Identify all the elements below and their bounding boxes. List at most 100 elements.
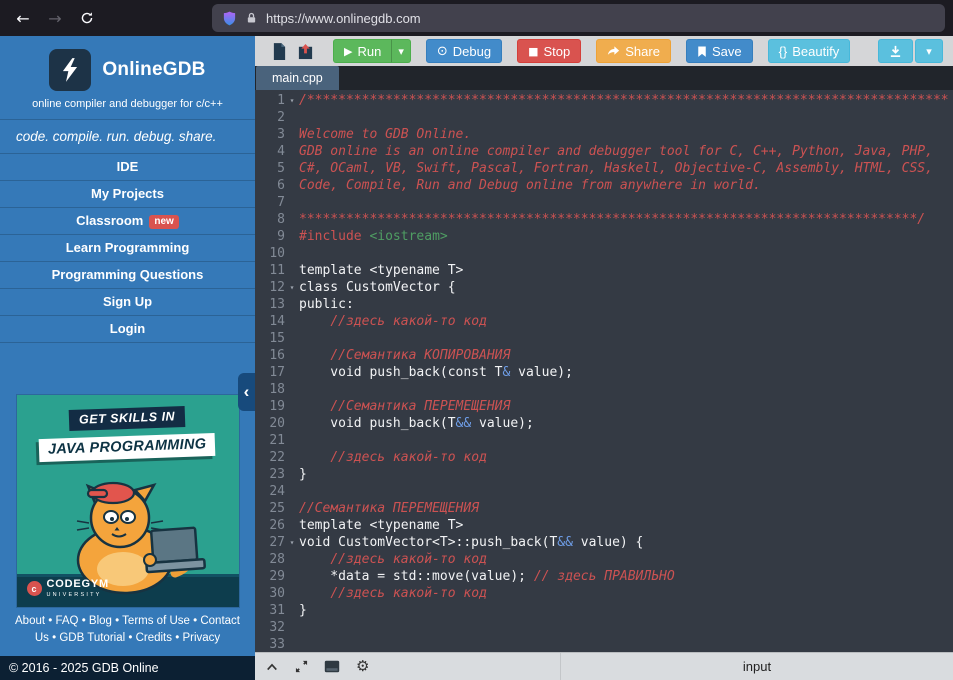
run-button[interactable]: ▶ Run bbox=[333, 39, 393, 63]
refresh-icon bbox=[80, 11, 94, 25]
play-icon: ▶ bbox=[344, 44, 353, 58]
sidebar-item-label: Learn Programming bbox=[65, 240, 190, 255]
collapse-panel-button[interactable] bbox=[265, 661, 279, 673]
fold-marker-icon[interactable]: ▾ bbox=[285, 279, 299, 296]
code-text: //здесь какой-то код bbox=[330, 450, 487, 465]
code-text: //Семантика ПЕРЕМЕЩЕНИЯ bbox=[299, 501, 480, 516]
code-text: //Семантика ПЕРЕМЕЩЕНИЯ bbox=[330, 399, 511, 414]
code-line: 30 //здесь какой-то код bbox=[255, 585, 953, 602]
beautify-button[interactable]: {} Beautify bbox=[767, 39, 851, 63]
sidebar-item-label: My Projects bbox=[91, 186, 164, 201]
code-line: 25 //Семантика ПЕРЕМЕЩЕНИЯ bbox=[255, 500, 953, 517]
tracking-shield-icon[interactable] bbox=[222, 10, 237, 26]
code-text: void push_back(T&& value); bbox=[299, 416, 534, 431]
sidebar-item-sign-up[interactable]: Sign Up bbox=[0, 289, 255, 316]
code-line: 3 Welcome to GDB Online. bbox=[255, 126, 953, 143]
new-file-button[interactable] bbox=[267, 42, 292, 61]
debug-button[interactable]: ⊙ Debug bbox=[425, 39, 503, 63]
code-text: GDB online is an online compiler and deb… bbox=[299, 144, 933, 159]
codegym-logo: c CODEGYM UNIVERSITY bbox=[26, 578, 109, 598]
code-text: //Семантика КОПИРОВАНИЯ bbox=[330, 348, 511, 363]
codegym-brand: CODEGYM bbox=[46, 578, 109, 590]
braces-icon: {} bbox=[778, 43, 788, 59]
sidebar-item-login[interactable]: Login bbox=[0, 316, 255, 343]
fold-marker-icon[interactable]: ▾ bbox=[285, 92, 299, 109]
footer-link[interactable]: Credits bbox=[136, 632, 172, 644]
code-line: 17 void push_back(const T& value); bbox=[255, 364, 953, 381]
console-controls: ⚙ bbox=[255, 653, 560, 680]
code-line: 26 template <typename T> bbox=[255, 517, 953, 534]
line-number: 29 bbox=[269, 569, 285, 584]
open-file-button[interactable] bbox=[292, 42, 319, 61]
code-text: public: bbox=[299, 297, 354, 312]
sidebar-item-my-projects[interactable]: My Projects bbox=[0, 181, 255, 208]
code-editor[interactable]: 1 ▾/*************************************… bbox=[255, 90, 953, 652]
app-logo[interactable]: OnlineGDB online compiler and debugger f… bbox=[0, 36, 255, 119]
footer-link[interactable]: About bbox=[15, 615, 45, 627]
sidebar-item-label: Login bbox=[109, 321, 146, 336]
line-number: 24 bbox=[269, 484, 285, 499]
code-line: 13 public: bbox=[255, 296, 953, 313]
console-window-button[interactable] bbox=[324, 660, 340, 673]
address-bar[interactable]: https://www.onlinegdb.com bbox=[212, 4, 945, 32]
tab-main-cpp[interactable]: main.cpp bbox=[256, 66, 339, 90]
stop-button[interactable]: ■ Stop bbox=[517, 39, 582, 63]
back-icon: ← bbox=[16, 8, 30, 28]
download-button[interactable] bbox=[878, 39, 914, 63]
bottom-panel-bar: ⚙ input bbox=[255, 652, 953, 680]
sidebar-collapse-handle[interactable]: ‹ bbox=[238, 373, 255, 411]
input-pane-header[interactable]: input bbox=[560, 653, 953, 680]
sidebar-item-programming-questions[interactable]: Programming Questions bbox=[0, 262, 255, 289]
fold-marker-icon[interactable]: ▾ bbox=[285, 534, 299, 551]
code-line: 31} bbox=[255, 602, 953, 619]
upload-file-icon bbox=[297, 42, 314, 61]
line-number: 4 bbox=[277, 144, 285, 159]
footer-link[interactable]: Terms of Use bbox=[122, 615, 190, 627]
footer-link[interactable]: Blog bbox=[89, 615, 112, 627]
tab-label: main.cpp bbox=[272, 71, 323, 85]
run-options-caret[interactable]: ▾ bbox=[392, 39, 411, 63]
code-text: Welcome to GDB Online. bbox=[299, 127, 472, 142]
code-line: 1 ▾/*************************************… bbox=[255, 92, 953, 109]
sidebar-item-learn-programming[interactable]: Learn Programming bbox=[0, 235, 255, 262]
footer-link[interactable]: GDB Tutorial bbox=[59, 632, 125, 644]
code-line: 8 ***************************************… bbox=[255, 211, 953, 228]
sidebar-item-classroom[interactable]: Classroom new bbox=[0, 208, 255, 235]
settings-button[interactable]: ⚙ bbox=[356, 659, 369, 674]
footer-link[interactable]: FAQ bbox=[55, 615, 78, 627]
code-line: 2 bbox=[255, 109, 953, 126]
main-area: ▶ Run ▾ ⊙ Debug ■ Stop Share Save {} Bea… bbox=[255, 36, 953, 680]
code-line: 10 bbox=[255, 245, 953, 262]
lock-icon[interactable] bbox=[245, 11, 258, 25]
console-icon bbox=[324, 660, 340, 673]
ad-banner[interactable]: GET SKILLS IN JAVA PROGRAMMING c CODEGYM… bbox=[16, 395, 239, 607]
share-icon bbox=[607, 45, 620, 57]
expand-panel-button[interactable] bbox=[295, 660, 308, 673]
browser-back-button[interactable]: ← bbox=[8, 4, 38, 32]
tab-bar: main.cpp bbox=[255, 66, 953, 90]
browser-forward-button[interactable]: → bbox=[40, 4, 70, 32]
app-title: OnlineGDB bbox=[102, 59, 206, 80]
sidebar-item-label: Classroom bbox=[76, 213, 144, 228]
code-line: 15 bbox=[255, 330, 953, 347]
line-number: 22 bbox=[269, 450, 285, 465]
code-line: 27 ▾ void CustomVector<T>::push_back(T&& v… bbox=[255, 534, 953, 551]
code-text: void CustomVector<T>::push_back(T&& valu… bbox=[299, 535, 644, 550]
code-line: 22 //здесь какой-то код bbox=[255, 449, 953, 466]
line-number: 18 bbox=[269, 382, 285, 397]
chevron-left-icon: ‹ bbox=[243, 382, 250, 401]
code-text: *data = std::move(value); // здесь ПРАВИ… bbox=[299, 569, 675, 584]
share-button[interactable]: Share bbox=[596, 39, 671, 63]
save-button[interactable]: Save bbox=[685, 39, 753, 63]
line-number: 27 bbox=[269, 535, 285, 550]
sidebar-item-ide[interactable]: IDE bbox=[0, 154, 255, 181]
url-text: https://www.onlinegdb.com bbox=[266, 10, 421, 26]
footer-link[interactable]: Privacy bbox=[182, 632, 220, 644]
bookmark-icon bbox=[697, 45, 707, 58]
download-options-caret[interactable]: ▾ bbox=[915, 39, 943, 63]
browser-refresh-button[interactable] bbox=[72, 4, 102, 32]
footer-links: About • FAQ • Blog • Terms of Use • Cont… bbox=[15, 615, 240, 645]
